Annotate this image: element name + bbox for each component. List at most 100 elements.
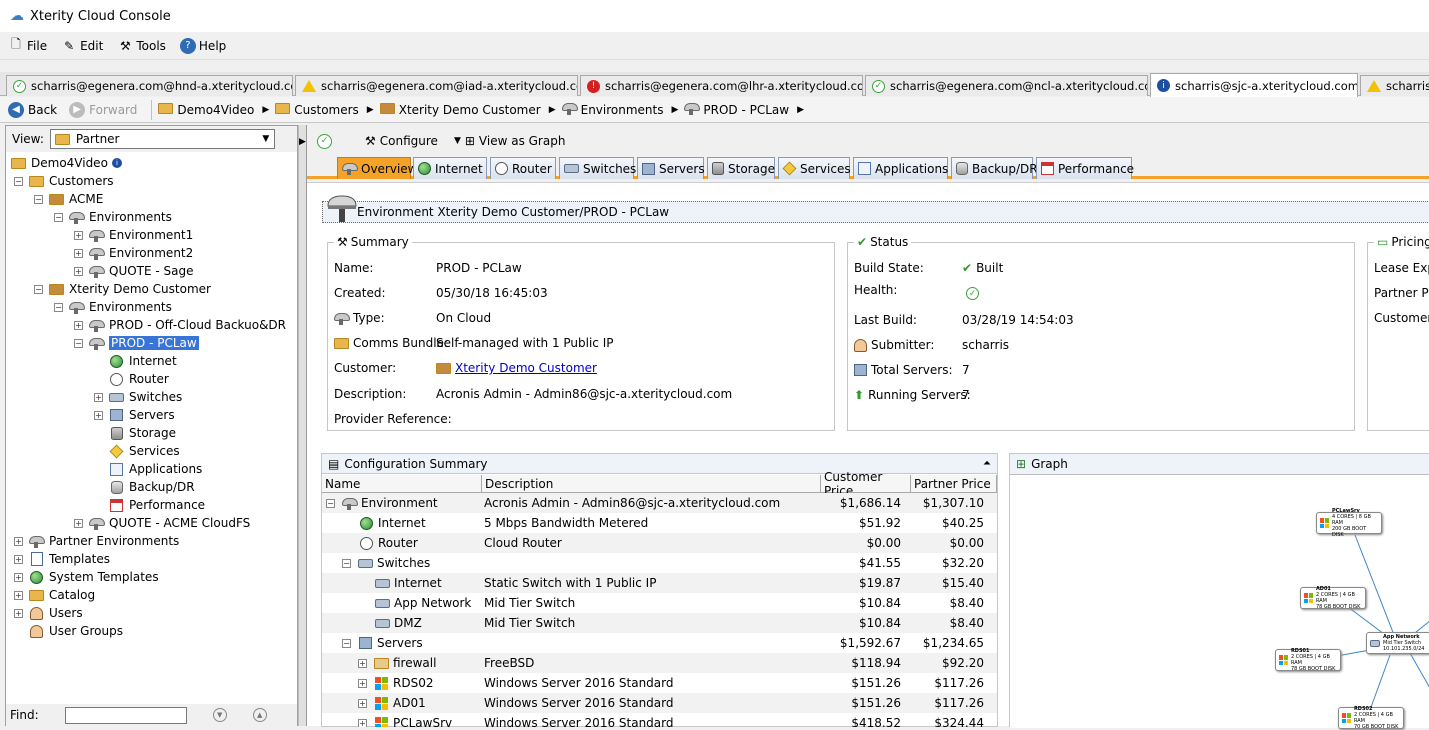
chevron-down-icon[interactable]: ▼ (258, 134, 274, 144)
expand-icon[interactable]: + (358, 678, 367, 688)
expand-icon[interactable]: + (14, 590, 23, 600)
session-tab-sjc[interactable]: i scharris@sjc-a.xteritycloud.com ✕ (1150, 73, 1358, 97)
find-input[interactable] (64, 706, 187, 724)
tree-node-services[interactable]: Services (94, 442, 180, 460)
tree-node-prod-pclaw[interactable]: − PROD - PCLaw (74, 334, 199, 352)
chevron-right-icon[interactable]: ▶ (797, 105, 804, 115)
column-customer-price[interactable]: Customer Price (821, 470, 911, 498)
tab-applications[interactable]: Applications (853, 157, 948, 179)
session-tab-partial[interactable]: scharris (1360, 75, 1429, 96)
tree-node-system-templates[interactable]: + System Templates (14, 568, 159, 586)
session-tab-lhr[interactable]: ! scharris@egenera.com@lhr-a.xterityclou… (580, 75, 863, 96)
table-row[interactable]: + PCLawSrv Windows Server 2016 Standard $… (322, 713, 997, 727)
tree-node-storage[interactable]: Storage (94, 424, 176, 442)
expand-icon[interactable]: + (358, 658, 367, 668)
collapse-icon[interactable]: − (342, 558, 351, 568)
tab-internet[interactable]: Internet (413, 157, 487, 179)
session-tab-hnd[interactable]: ✓ scharris@egenera.com@hnd-a.xterityclou… (6, 75, 293, 96)
expand-icon[interactable]: + (358, 698, 367, 708)
network-graph-canvas[interactable]: PCLawSrv 4 CORES | 8 GB RAM 200 GB BOOT DI… (1010, 474, 1429, 730)
graph-node-rds01[interactable]: RDS01 2 CORES | 4 GB RAM 78 GB BOOT DISK (1275, 648, 1341, 672)
tree-node-environment2[interactable]: + Environment2 (74, 244, 193, 262)
forward-button[interactable]: ▶ Forward (65, 100, 141, 120)
refresh-status-icon[interactable]: ✓ (317, 133, 332, 149)
tab-switches[interactable]: Switches (559, 157, 636, 179)
column-name[interactable]: Name (322, 475, 482, 493)
expand-icon[interactable]: + (14, 608, 23, 618)
collapse-icon[interactable]: − (326, 498, 335, 508)
menu-help[interactable]: ? Help (179, 37, 226, 54)
tree-node-customers[interactable]: − Customers (14, 172, 114, 190)
expand-icon[interactable]: + (14, 554, 23, 564)
table-row[interactable]: − Switches $41.55 $32.20 (322, 553, 997, 573)
tree-node-switches[interactable]: + Switches (94, 388, 182, 406)
column-partner-price[interactable]: Partner Price (911, 475, 997, 493)
tree-node-router[interactable]: Router (94, 370, 169, 388)
find-previous-icon[interactable]: ▲ (252, 708, 267, 722)
menu-edit[interactable]: ✎ Edit (61, 38, 103, 54)
configure-button[interactable]: ⚒ Configure (365, 134, 438, 148)
tree-node-environments[interactable]: − Environments (54, 208, 172, 226)
tree-node-backup[interactable]: Backup/DR (94, 478, 195, 496)
tree-node-templates[interactable]: + Templates (14, 550, 110, 568)
session-tab-ncl[interactable]: ✓ scharris@egenera.com@ncl-a.xterityclou… (865, 75, 1148, 96)
tree-node-prod-offcloud[interactable]: + PROD - Off-Cloud Backuo&DR (74, 316, 286, 334)
tab-backup-dr[interactable]: Backup/DR (951, 157, 1038, 179)
chevron-right-icon[interactable]: ▶ (549, 105, 556, 115)
tree-node-acme[interactable]: − ACME (34, 190, 103, 208)
tab-services[interactable]: Services (778, 157, 851, 179)
table-row[interactable]: + firewall FreeBSD $118.94 $92.20 (322, 653, 997, 673)
collapse-icon[interactable]: − (54, 302, 63, 312)
table-row[interactable]: DMZ Mid Tier Switch $10.84 $8.40 (322, 613, 997, 633)
column-description[interactable]: Description (482, 475, 821, 493)
collapse-icon[interactable]: − (14, 176, 23, 186)
tree-node-quote-acme-cloudfs[interactable]: + QUOTE - ACME CloudFS (74, 514, 250, 532)
customer-link[interactable]: Xterity Demo Customer (455, 361, 597, 375)
graph-node-ad01[interactable]: AD01 2 CORES | 4 GB RAM 78 GB BOOT DISK (1300, 586, 1366, 610)
expand-icon[interactable]: + (14, 536, 23, 546)
breadcrumb-demo4video[interactable]: Demo4Video ▶ (158, 102, 269, 117)
collapse-icon[interactable]: − (34, 284, 43, 294)
breadcrumb-customer[interactable]: Xterity Demo Customer ▶ (379, 102, 556, 117)
table-row[interactable]: + RDS02 Windows Server 2016 Standard $151… (322, 673, 997, 693)
back-button[interactable]: ◀ Back (4, 100, 61, 120)
chevron-right-icon[interactable]: ▶ (262, 105, 269, 115)
tree-node-environment1[interactable]: + Environment1 (74, 226, 193, 244)
panel-splitter[interactable]: ▶ (298, 125, 306, 726)
tree-node-environments[interactable]: − Environments (54, 298, 172, 316)
chevron-right-icon[interactable]: ▶ (367, 105, 374, 115)
expand-icon[interactable]: + (74, 518, 83, 528)
collapse-icon[interactable]: − (34, 194, 43, 204)
table-row[interactable]: App Network Mid Tier Switch $10.84 $8.40 (322, 593, 997, 613)
session-tab-iad[interactable]: scharris@egenera.com@iad-a.xteritycloud.… (295, 75, 578, 96)
tree-node-catalog[interactable]: + Catalog (14, 586, 95, 604)
tab-overview[interactable]: Overview (337, 157, 418, 179)
view-as-graph-button[interactable]: ▼ ⊞ View as Graph (454, 134, 566, 148)
tab-performance[interactable]: Performance (1036, 157, 1134, 179)
collapse-icon[interactable]: − (74, 338, 83, 348)
expand-icon[interactable]: + (14, 572, 23, 582)
tree-node-users[interactable]: + Users (14, 604, 83, 622)
expand-icon[interactable]: + (94, 410, 103, 420)
expand-icon[interactable]: + (94, 392, 103, 402)
tab-storage[interactable]: Storage (707, 157, 775, 179)
expand-icon[interactable]: + (74, 266, 83, 276)
collapse-icon[interactable]: − (54, 212, 63, 222)
table-row[interactable]: − Servers $1,592.67 $1,234.65 (322, 633, 997, 653)
table-row[interactable]: − Environment Acronis Admin - Admin86@sjc… (322, 493, 997, 513)
tab-servers[interactable]: Servers (637, 157, 705, 179)
collapse-up-icon[interactable]: ⏶ (983, 458, 991, 469)
breadcrumb-environments[interactable]: Environments ▶ (561, 102, 678, 118)
view-select[interactable]: Partner ▼ (49, 129, 275, 149)
collapse-icon[interactable]: − (342, 638, 351, 648)
tree-node-performance[interactable]: Performance (94, 496, 205, 514)
table-row[interactable]: Internet 5 Mbps Bandwidth Metered $51.92… (322, 513, 997, 533)
table-row[interactable]: + AD01 Windows Server 2016 Standard $151.… (322, 693, 997, 713)
find-next-icon[interactable]: ▼ (212, 708, 227, 722)
tree-node-user-groups[interactable]: User Groups (14, 622, 123, 640)
table-row[interactable]: Internet Static Switch with 1 Public IP … (322, 573, 997, 593)
tab-router[interactable]: Router (490, 157, 556, 179)
expand-icon[interactable]: + (74, 320, 83, 330)
tree-node-partner-environments[interactable]: + Partner Environments (14, 532, 179, 550)
graph-node-pclawsrv[interactable]: PCLawSrv 4 CORES | 8 GB RAM 200 GB BOOT DI… (1316, 508, 1382, 538)
